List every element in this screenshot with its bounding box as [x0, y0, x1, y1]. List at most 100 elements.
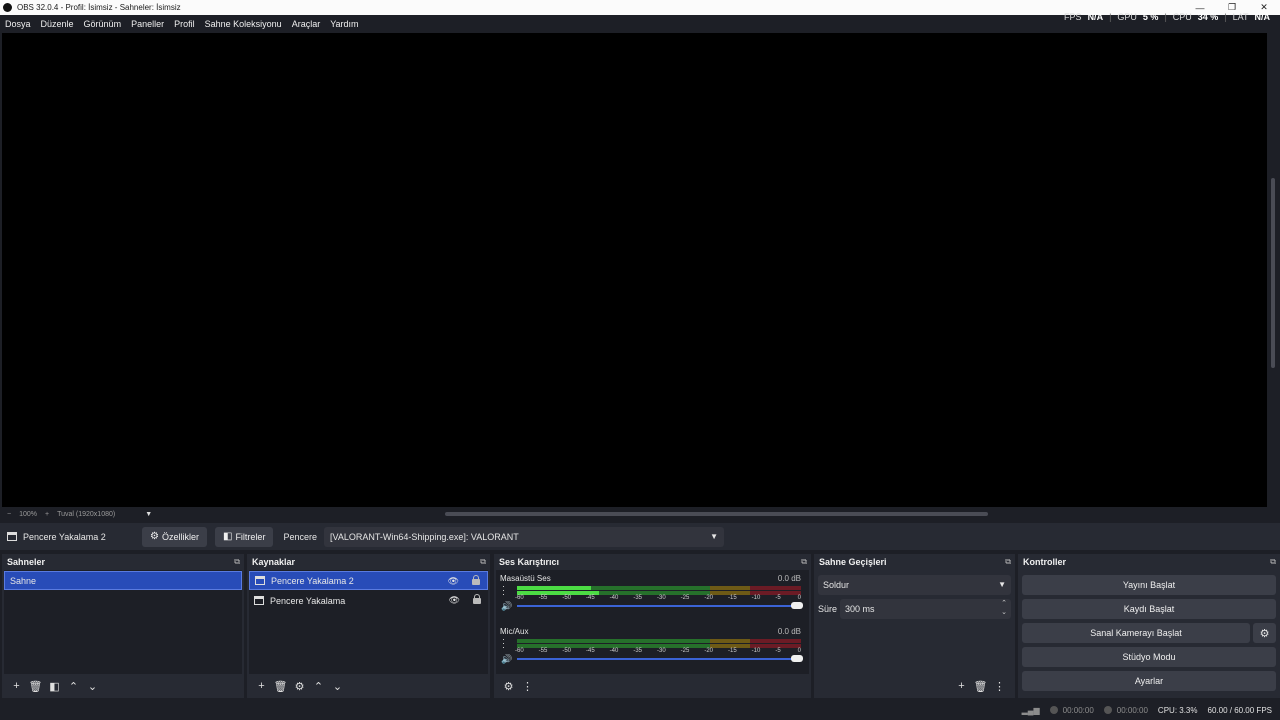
cpu-label: CPU — [1172, 12, 1192, 22]
performance-stats: FPS N/A | GPU 5 % | CPU 34 % | LAT N/A — [1064, 12, 1270, 22]
meter-tick-label: -5 — [775, 648, 781, 654]
stream-time: 00:00:00 — [1062, 705, 1094, 715]
virtual-camera-settings-gear-icon[interactable]: ⚙ — [1253, 623, 1276, 643]
filter-icon[interactable]: ◧ — [45, 677, 64, 695]
start-recording-button[interactable]: Kaydı Başlat — [1022, 599, 1276, 619]
fps-status: 60.00 / 60.00 FPS — [1207, 705, 1273, 715]
window-title: OBS 32.0.4 - Profil: İsimsiz - Sahneler:… — [17, 3, 181, 12]
zoom-dropdown-icon[interactable]: ▼ — [145, 511, 152, 518]
window-select[interactable]: [VALORANT-Win64-Shipping.exe]: VALORANT … — [323, 526, 724, 547]
scene-item[interactable]: Sahne — [4, 571, 242, 590]
menu-dosya[interactable]: Dosya — [5, 19, 31, 29]
preview-horizontal-scrollbar[interactable] — [445, 512, 988, 516]
undock-icon[interactable]: ⧉ — [234, 557, 240, 567]
menu-duzenle[interactable]: Düzenle — [41, 19, 74, 29]
network-signal-icon: ▂▄▆ — [1021, 705, 1040, 715]
scene-transitions-dock: Sahne Geçişleri ⧉ Soldur ▼ Süre 300 ms ⌃ ⌄… — [814, 554, 1015, 698]
visibility-eye-icon[interactable]: 👁 — [449, 595, 460, 606]
more-options-icon[interactable]: ⋮ — [518, 677, 537, 695]
menu-sahne-koleksiyonu[interactable]: Sahne Koleksiyonu — [205, 19, 282, 29]
zoom-out-button[interactable]: − — [7, 511, 11, 518]
undock-icon[interactable]: ⧉ — [480, 557, 486, 567]
add-icon[interactable]: + — [252, 677, 271, 695]
move-down-icon[interactable]: ⌄ — [83, 677, 102, 695]
filters-button[interactable]: ◧ Filtreler — [214, 526, 274, 547]
lock-icon[interactable] — [472, 575, 480, 585]
studio-mode-button[interactable]: Stüdyo Modu — [1022, 647, 1276, 667]
undock-icon[interactable]: ⧉ — [801, 557, 807, 567]
duration-value: 300 ms — [845, 604, 875, 614]
volume-slider-knob[interactable] — [791, 602, 803, 609]
settings-button[interactable]: Ayarlar — [1022, 671, 1276, 691]
meter-tick-label: -45 — [586, 648, 595, 654]
record-time: 00:00:00 — [1116, 705, 1148, 715]
menu-gorunum[interactable]: Görünüm — [84, 19, 122, 29]
meter-tick-label: -45 — [586, 595, 595, 601]
meter-tick-label: -30 — [657, 595, 666, 601]
preview-vertical-scrollbar[interactable] — [1269, 33, 1277, 507]
add-icon[interactable]: + — [952, 677, 971, 695]
fps-value: N/A — [1087, 12, 1104, 22]
chevron-down-icon: ▼ — [710, 531, 718, 541]
trash-icon[interactable]: 🗑 — [271, 677, 290, 695]
spinner-icon[interactable]: ⌃ ⌄ — [1001, 599, 1007, 617]
meter-tick-label: -20 — [704, 648, 713, 654]
menu-yardim[interactable]: Yardım — [330, 19, 358, 29]
sources-title: Kaynaklar — [252, 556, 296, 567]
source-item[interactable]: Pencere Yakalama 2 👁 — [249, 571, 488, 590]
preview-canvas[interactable] — [2, 33, 1267, 507]
duration-input[interactable]: 300 ms ⌃ ⌄ — [840, 599, 1011, 619]
add-icon[interactable]: + — [7, 677, 26, 695]
volume-slider-knob[interactable] — [791, 655, 803, 662]
gear-icon[interactable]: ⚙ — [290, 677, 309, 695]
fps-label: FPS — [1064, 12, 1082, 22]
transition-select[interactable]: Soldur ▼ — [818, 575, 1011, 595]
meter-ticks: -60 -55 -50 -45 -40 -35 -30 -25 -20 -15 -10 -5 0 — [515, 646, 801, 655]
more-options-icon[interactable]: ⋮ — [990, 677, 1009, 695]
source-item[interactable]: Pencere Yakalama 👁 — [249, 591, 488, 610]
visibility-eye-icon[interactable]: 👁 — [448, 576, 459, 587]
scenes-list: Sahne — [4, 570, 242, 674]
volume-slider[interactable] — [517, 655, 803, 662]
meter-tick-label: -60 — [515, 648, 524, 654]
more-options-icon[interactable]: · · · — [502, 635, 505, 652]
transition-value: Soldur — [823, 580, 850, 590]
undock-icon[interactable]: ⧉ — [1005, 557, 1011, 567]
meter-ticks: -60 -55 -50 -45 -40 -35 -30 -25 -20 -15 -10 -5 0 — [515, 593, 801, 602]
lat-label: LAT — [1232, 12, 1249, 22]
controls-title: Kontroller — [1023, 556, 1067, 567]
advanced-audio-icon[interactable]: ⚙ — [499, 677, 518, 695]
lock-icon[interactable] — [473, 594, 481, 604]
trash-icon[interactable]: 🗑 — [26, 677, 45, 695]
more-options-icon[interactable]: · · · — [502, 582, 505, 599]
menu-paneller[interactable]: Paneller — [131, 19, 164, 29]
menu-profil[interactable]: Profil — [174, 19, 195, 29]
window-capture-icon — [7, 532, 17, 541]
meter-tick-label: 0 — [797, 648, 801, 654]
move-down-icon[interactable]: ⌄ — [328, 677, 347, 695]
cpu-usage: CPU: 3.3% — [1157, 705, 1198, 715]
start-virtual-camera-button[interactable]: Sanal Kamerayı Başlat — [1022, 623, 1250, 643]
meter-tick-label: 0 — [797, 595, 801, 601]
speaker-icon[interactable]: 🔊 — [501, 654, 512, 665]
stream-status-icon — [1049, 706, 1058, 714]
gear-icon: ⚙ — [150, 531, 159, 542]
volume-slider[interactable] — [517, 602, 803, 609]
undock-icon[interactable]: ⧉ — [1270, 557, 1276, 567]
mixer-channel: Masaüstü Ses 0.0 dB · · · -60 -55 -50 -45 -40-… — [500, 574, 803, 614]
move-up-icon[interactable]: ⌃ — [309, 677, 328, 695]
trash-icon[interactable]: 🗑 — [971, 677, 990, 695]
mixer-title: Ses Karıştırıcı — [499, 556, 560, 567]
properties-button[interactable]: ⚙ Özellikler — [142, 526, 207, 547]
gpu-label: GPU — [1117, 12, 1137, 22]
canvas-size-label: Tuval (1920x1080) — [57, 510, 116, 518]
scene-item-label: Sahne — [10, 575, 37, 586]
menu-araclar[interactable]: Araçlar — [292, 19, 321, 29]
cpu-value: 34 % — [1197, 12, 1219, 22]
start-streaming-button[interactable]: Yayını Başlat — [1022, 575, 1276, 595]
zoom-in-button[interactable]: + — [45, 511, 49, 518]
meter-tick-label: -30 — [657, 648, 666, 654]
speaker-icon[interactable]: 🔊 — [501, 601, 512, 612]
move-up-icon[interactable]: ⌃ — [64, 677, 83, 695]
sources-dock: Kaynaklar ⧉ Pencere Yakalama 2 👁 Pencere … — [247, 554, 490, 698]
